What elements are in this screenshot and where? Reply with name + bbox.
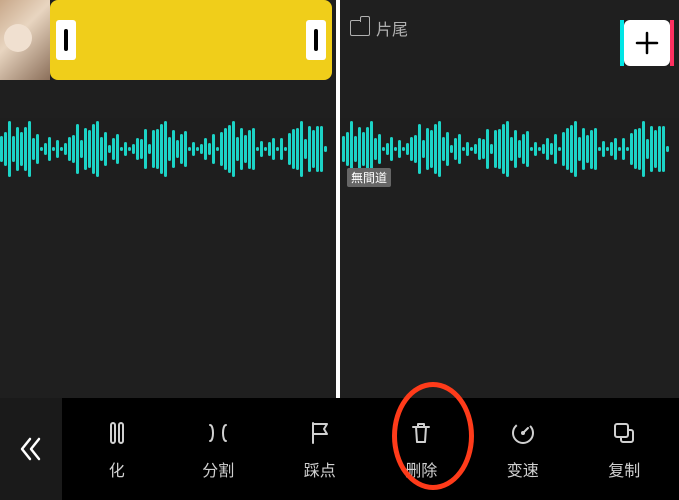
tool-label: 分割 (202, 457, 234, 481)
ending-icon (350, 20, 370, 36)
chevron-double-left-icon (16, 434, 46, 464)
add-clip-button[interactable] (624, 20, 670, 66)
trash-icon (405, 417, 437, 449)
tool-beat[interactable]: 踩点 (280, 417, 360, 481)
clip-handle-right[interactable] (306, 20, 326, 60)
audio-waveform (0, 118, 330, 180)
audio-waveform (342, 118, 672, 180)
tool-split[interactable]: 分割 (178, 417, 258, 481)
copy-icon (608, 417, 640, 449)
split-icon (202, 417, 234, 449)
bottom-toolbar: 化 分割 踩点 删除 变速 (0, 398, 679, 500)
tool-label: 化 (109, 457, 125, 481)
tool-label: 删除 (405, 457, 437, 481)
ending-tag[interactable]: 片尾 (350, 16, 408, 40)
back-button[interactable] (0, 398, 62, 500)
audio-clip-label: 無間道 (347, 168, 391, 187)
tool-label: 踩点 (304, 457, 336, 481)
tool-row: 化 分割 踩点 删除 变速 (62, 417, 679, 481)
ending-label: 片尾 (376, 16, 408, 40)
tool-copy[interactable]: 复制 (584, 417, 664, 481)
flag-icon (304, 417, 336, 449)
tool-label: 复制 (608, 457, 640, 481)
clip-thumbnail[interactable] (0, 0, 50, 80)
video-clip[interactable] (50, 0, 332, 80)
transform-icon (101, 417, 133, 449)
tool-speed[interactable]: 变速 (483, 417, 563, 481)
speed-icon (507, 417, 539, 449)
tool-delete[interactable]: 删除 (381, 417, 461, 481)
tool-transform[interactable]: 化 (77, 417, 157, 481)
tool-label: 变速 (507, 457, 539, 481)
playhead[interactable] (336, 0, 340, 398)
clip-handle-left[interactable] (56, 20, 76, 60)
plus-icon (634, 30, 660, 56)
